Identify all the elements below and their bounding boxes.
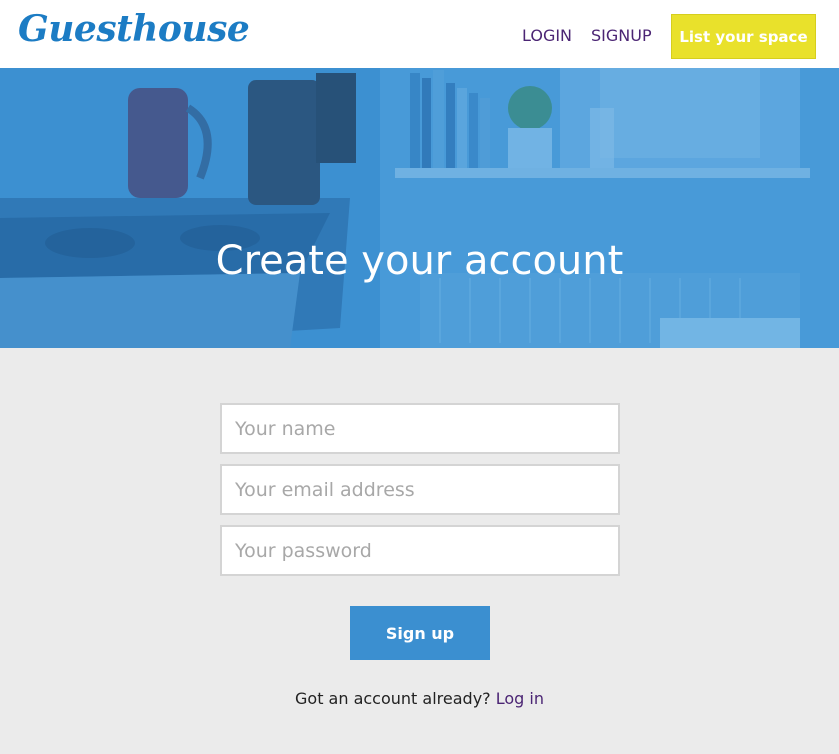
- password-input[interactable]: [220, 525, 620, 576]
- login-prompt-text: Got an account already?: [295, 689, 491, 708]
- nav-signup-link[interactable]: SIGNUP: [591, 26, 652, 45]
- log-in-link[interactable]: Log in: [496, 689, 544, 708]
- hero-banner: Create your account: [0, 68, 839, 348]
- nav-login-link[interactable]: LOGIN: [522, 26, 572, 45]
- list-your-space-button[interactable]: List your space: [671, 14, 816, 59]
- name-input[interactable]: [220, 403, 620, 454]
- kitchen-background-image: [0, 68, 839, 348]
- login-prompt: Got an account already? Log in: [0, 689, 839, 708]
- brand-logo[interactable]: Guesthouse: [18, 8, 250, 50]
- sign-up-button[interactable]: Sign up: [350, 606, 490, 660]
- top-header: Guesthouse LOGIN SIGNUP List your space: [0, 0, 839, 68]
- page-title: Create your account: [215, 238, 624, 284]
- email-input[interactable]: [220, 464, 620, 515]
